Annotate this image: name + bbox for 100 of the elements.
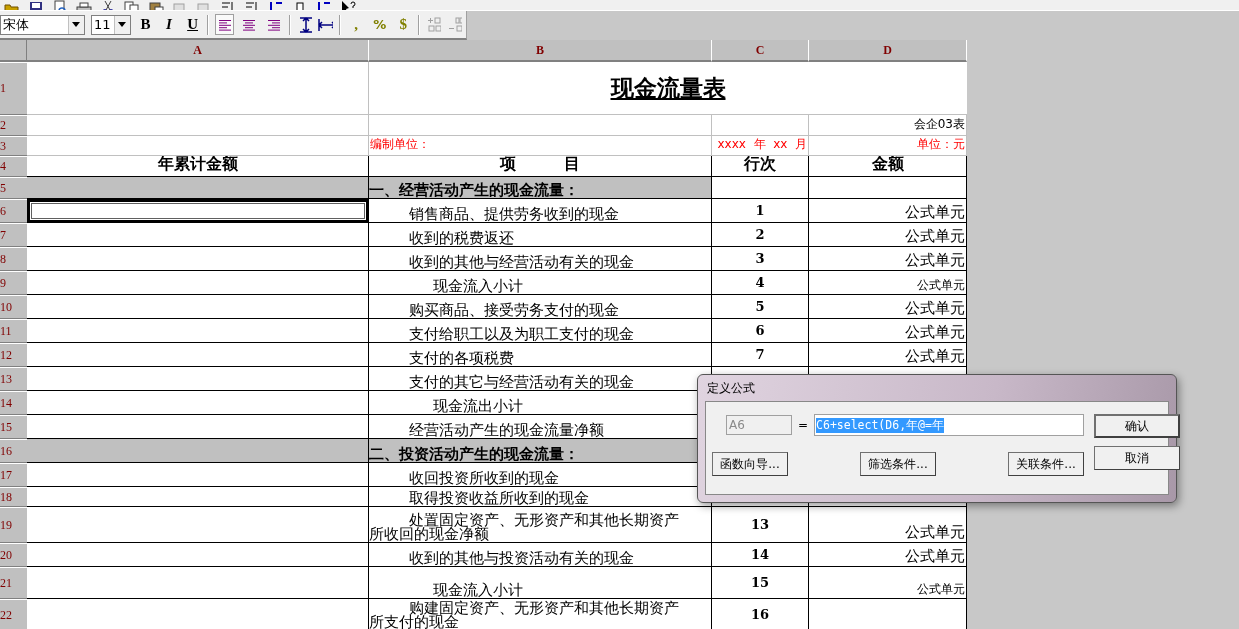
- item-label: 销售商品、提供劳务收到的现金: [408, 207, 620, 222]
- row-header[interactable]: 19: [0, 507, 27, 543]
- table-cell[interactable]: [27, 543, 369, 567]
- row-header[interactable]: 17: [0, 463, 27, 487]
- table-cell[interactable]: [27, 391, 369, 415]
- font-select[interactable]: 宋体: [0, 14, 85, 35]
- equals-sign: =: [798, 418, 809, 432]
- row-header[interactable]: 16: [0, 439, 27, 463]
- confirm-button[interactable]: 确认: [1094, 414, 1181, 438]
- row-header[interactable]: 15: [0, 415, 27, 439]
- table-cell[interactable]: [27, 439, 369, 463]
- align-left-button[interactable]: [215, 14, 234, 35]
- column-header[interactable]: B: [369, 40, 712, 62]
- row-header[interactable]: 8: [0, 247, 27, 271]
- row-header[interactable]: 22: [0, 599, 27, 629]
- item-label: 支付给职工以及为职工支付的现金: [408, 327, 635, 342]
- formula-cell-text: 公式单元: [905, 523, 966, 542]
- currency-button[interactable]: $: [394, 14, 413, 35]
- line-number: 7: [754, 347, 766, 362]
- line-number: 15: [749, 575, 771, 590]
- period-label: xxxx 年 xx 月: [716, 136, 808, 153]
- line-number: 14: [749, 547, 771, 562]
- wizard-button[interactable]: 关联条件...: [1008, 452, 1085, 476]
- underline-button[interactable]: U: [183, 14, 202, 35]
- line-number: 4: [754, 275, 766, 290]
- item-label: 取得投资收益所收到的现金: [408, 491, 590, 506]
- item-label: 收到的其他与投资活动有关的现金: [408, 551, 635, 566]
- table-cell[interactable]: [27, 343, 369, 367]
- item-label: 支付的各项税费: [408, 351, 515, 366]
- table-cell[interactable]: [27, 319, 369, 343]
- table-cell[interactable]: [27, 247, 369, 271]
- column-header[interactable]: D: [809, 40, 967, 62]
- item-label: 购建固定资产、无形资产和其他长期资产所支付的现金: [369, 601, 680, 629]
- table-cell[interactable]: [27, 295, 369, 319]
- line-number: 13: [749, 517, 771, 532]
- item-label: 支付的其它与经营活动有关的现金: [408, 375, 635, 390]
- table-cell[interactable]: [27, 415, 369, 439]
- row-header[interactable]: 12: [0, 343, 27, 367]
- align-right-icon: [266, 17, 283, 32]
- font-size-select[interactable]: 11: [90, 14, 131, 35]
- column-heading: 项 目: [498, 156, 581, 175]
- comma-button[interactable]: ,: [347, 14, 365, 35]
- selected-cell[interactable]: [27, 199, 369, 223]
- row-header[interactable]: 7: [0, 223, 27, 247]
- row-header[interactable]: 5: [0, 177, 27, 199]
- formula-cell-text: 公式单元: [905, 203, 966, 222]
- table-cell[interactable]: [27, 567, 369, 599]
- table-cell[interactable]: [27, 507, 369, 543]
- column-header[interactable]: A: [27, 40, 369, 62]
- item-label: 收回投资所收到的现金: [408, 471, 560, 486]
- table-cell[interactable]: [27, 367, 369, 391]
- italic-button[interactable]: I: [160, 14, 178, 35]
- wizard-button[interactable]: 筛选条件...: [860, 452, 937, 476]
- formula-cell-text: 公式单元: [905, 299, 966, 318]
- row-header[interactable]: 9: [0, 271, 27, 295]
- line-number: 3: [754, 251, 766, 266]
- row-header[interactable]: 21: [0, 567, 27, 599]
- row-header[interactable]: 10: [0, 295, 27, 319]
- row-header[interactable]: 13: [0, 367, 27, 391]
- item-label: 经营活动产生的现金流量净额: [408, 423, 605, 438]
- dialog-title: 定义公式: [706, 379, 756, 397]
- formula-cell-text: 公式单元: [905, 347, 966, 366]
- caret-icon: [72, 22, 81, 27]
- caret-icon: [118, 22, 127, 27]
- row-header[interactable]: 14: [0, 391, 27, 415]
- table-cell[interactable]: [27, 223, 369, 247]
- table-cell[interactable]: [27, 271, 369, 295]
- row-header[interactable]: 6: [0, 199, 27, 223]
- unit-label: 单位：元: [916, 136, 966, 153]
- percent-button[interactable]: %: [370, 14, 389, 35]
- formula-cell-text: 公式单元: [905, 547, 966, 566]
- formula-cell-text: 公式单元: [905, 323, 966, 342]
- bold-button[interactable]: B: [136, 14, 155, 35]
- section-heading: 二、投资活动产生的现金流量：: [369, 447, 580, 462]
- align-center-icon: [241, 17, 258, 32]
- column-heading: 年累计金额: [156, 156, 239, 175]
- section-heading: 一、经营活动产生的现金流量：: [369, 183, 580, 198]
- wizard-button[interactable]: 函数向导...: [712, 452, 788, 476]
- item-label: 收到的其他与经营活动有关的现金: [408, 255, 635, 270]
- row-header[interactable]: 20: [0, 543, 27, 567]
- form-code: 会企03表: [912, 116, 966, 133]
- cancel-button[interactable]: 取消: [1094, 446, 1181, 470]
- table-cell[interactable]: [27, 487, 369, 507]
- row-header[interactable]: 18: [0, 487, 27, 507]
- row-header[interactable]: 3: [0, 136, 27, 156]
- row-header[interactable]: 4: [0, 156, 27, 177]
- formula-cell-text: 公式单元: [905, 251, 966, 270]
- row-header[interactable]: 2: [0, 115, 27, 136]
- table-cell[interactable]: [27, 463, 369, 487]
- line-number: 6: [754, 323, 766, 338]
- formula-cell-text: 公式单元: [917, 277, 966, 294]
- column-heading: 行次: [743, 156, 777, 175]
- line-number: 1: [754, 203, 766, 218]
- table-cell[interactable]: [27, 177, 369, 199]
- row-header[interactable]: 11: [0, 319, 27, 343]
- row-height-icon[interactable]: [297, 16, 313, 33]
- column-header[interactable]: C: [712, 40, 809, 62]
- column-width-icon[interactable]: [318, 16, 334, 33]
- line-number: 2: [754, 227, 766, 242]
- row-header[interactable]: 1: [0, 62, 27, 115]
